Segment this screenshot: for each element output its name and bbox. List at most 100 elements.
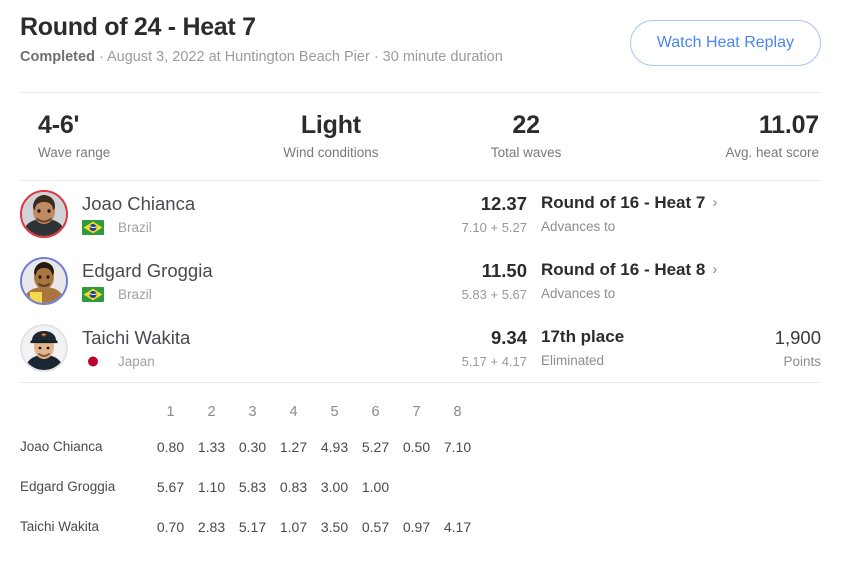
wave-row-athlete: Taichi Wakita [20,519,100,535]
wave-score-best: 5.17 [238,518,267,535]
athlete-name: Joao Chianca [82,193,196,215]
status-badge: Completed [20,48,95,65]
wave-score [437,467,478,507]
wave-score: 0.57 [361,518,390,535]
heat-score-breakdown: 5.17 + 4.17 [461,354,527,370]
wave-score: 2.83 [197,518,226,535]
heat-header: Round of 24 - Heat 7 Completed · August … [0,0,841,66]
table-row[interactable]: Edgard Groggia Brazil 11.50 5.83 + 5.67 … [20,248,821,315]
next-round-label: Round of 16 - Heat 8 [541,260,706,280]
wave-score-best: 7.10 [443,438,472,455]
athlete-country: Brazil [82,220,195,236]
wave-column-header: 3 [248,403,257,420]
wave-score: 1.10 [197,478,226,495]
japan-flag-icon [82,354,104,370]
country-name: Brazil [118,220,152,236]
heat-header-text: Round of 24 - Heat 7 Completed · August … [20,13,503,66]
points-column [736,260,821,266]
points-label: Points [783,354,821,370]
wave-score [396,467,437,507]
stat-value: 11.07 [758,111,819,139]
wave-row-athlete: Edgard Groggia [20,479,116,495]
athlete-country: Japan [82,354,190,370]
table-row: Joao Chianca 0.80 1.33 0.30 1.27 4.93 5.… [20,427,478,467]
heat-meta-details: · August 3, 2022 at Huntington Beach Pie… [94,48,503,65]
next-round-subtitle: Advances to [541,285,616,301]
stat-value: 22 [512,111,540,139]
points-column [736,193,821,199]
athlete-list: Joao Chianca Brazil 12.37 7.10 + 5.27 Ro… [0,181,841,382]
next-round-title: Round of 16 - Heat 7 › [541,193,736,213]
next-round-column[interactable]: Round of 16 - Heat 7 › Advances to [527,193,736,234]
score-column: 9.34 5.17 + 4.17 [421,327,527,369]
wave-score: 0.70 [156,518,185,535]
heat-stats: 4-6' Wave range Light Wind conditions 22… [0,93,841,180]
heat-total-score: 12.37 [480,193,527,215]
wave-score: 0.50 [402,438,431,455]
score-column: 12.37 7.10 + 5.27 [421,193,527,235]
athlete-result: 12.37 7.10 + 5.27 Round of 16 - Heat 7 ›… [421,193,821,235]
wave-score: 1.27 [279,438,308,455]
wave-column-header: 4 [289,403,298,420]
brazil-flag-icon [82,220,104,236]
heat-meta: Completed · August 3, 2022 at Huntington… [20,49,503,66]
next-round-subtitle: Advances to [541,218,616,234]
country-name: Japan [118,354,155,370]
athlete-photo-icon [22,192,66,237]
wave-row-athlete: Joao Chianca [20,439,103,455]
chevron-right-icon: › [712,194,718,212]
wave-column-header: 8 [453,403,462,420]
wave-score: 3.50 [320,518,349,535]
athlete-identity: Edgard Groggia Brazil [20,257,421,306]
wave-score: 0.80 [156,438,185,455]
next-round-column[interactable]: Round of 16 - Heat 8 › Advances to [527,260,736,301]
wave-score: 1.33 [197,438,226,455]
heat-total-score: 9.34 [490,327,527,349]
points-value: 1,900 [774,327,821,349]
stat-wave-range: 4-6' Wave range [20,111,233,160]
heat-total-score: 11.50 [481,260,527,282]
athlete-result: 11.50 5.83 + 5.67 Round of 16 - Heat 8 ›… [421,260,821,302]
wave-score-best: 5.83 [238,478,267,495]
next-round-title: 17th place [541,327,736,347]
page-title: Round of 24 - Heat 7 [20,13,256,41]
wave-table-header-row: 1 2 3 4 5 6 7 8 [20,397,478,427]
table-row: Taichi Wakita 0.70 2.83 5.17 1.07 3.50 0… [20,507,478,547]
wave-score: 0.97 [402,518,431,535]
wave-score: 4.93 [320,438,349,455]
athlete-name: Edgard Groggia [82,260,213,282]
wave-score-best: 5.67 [156,478,185,495]
next-round-subtitle: Eliminated [541,352,605,368]
next-round-title: Round of 16 - Heat 8 › [541,260,736,280]
stat-wind-conditions: Light Wind conditions [233,111,428,160]
athlete-photo-icon [22,259,66,304]
stat-label: Total waves [490,144,562,160]
stat-label: Wave range [38,144,111,160]
stat-value: Light [300,111,361,139]
next-round-label: Round of 16 - Heat 7 [541,193,706,213]
wave-column-header: 1 [166,403,175,420]
chevron-right-icon: › [712,261,718,279]
stat-value: 4-6' [38,111,80,139]
table-row[interactable]: Joao Chianca Brazil 12.37 7.10 + 5.27 Ro… [20,181,821,248]
wave-score: 1.00 [361,478,390,495]
avatar [20,324,68,373]
country-name: Brazil [118,287,152,303]
stat-avg-heat-score: 11.07 Avg. heat score [624,111,821,160]
wave-score: 3.00 [320,478,349,495]
wave-score: 1.07 [279,518,308,535]
table-row[interactable]: Taichi Wakita Japan 9.34 5.17 + 4.17 17t… [20,315,821,382]
table-row: Edgard Groggia 5.67 1.10 5.83 0.83 3.00 … [20,467,478,507]
wave-score-best: 4.17 [443,518,472,535]
athlete-result: 9.34 5.17 + 4.17 17th place Eliminated 1… [421,327,821,369]
stat-label: Avg. heat score [725,144,819,160]
heat-score-breakdown: 7.10 + 5.27 [461,220,527,236]
athlete-info: Edgard Groggia Brazil [82,260,213,303]
avatar [20,190,68,239]
heat-score-breakdown: 5.83 + 5.67 [461,287,527,303]
watch-heat-replay-button[interactable]: Watch Heat Replay [629,20,821,66]
avatar [20,257,68,306]
stat-total-waves: 22 Total waves [429,111,624,160]
brazil-flag-icon [82,287,104,303]
wave-column-header: 7 [412,403,421,420]
